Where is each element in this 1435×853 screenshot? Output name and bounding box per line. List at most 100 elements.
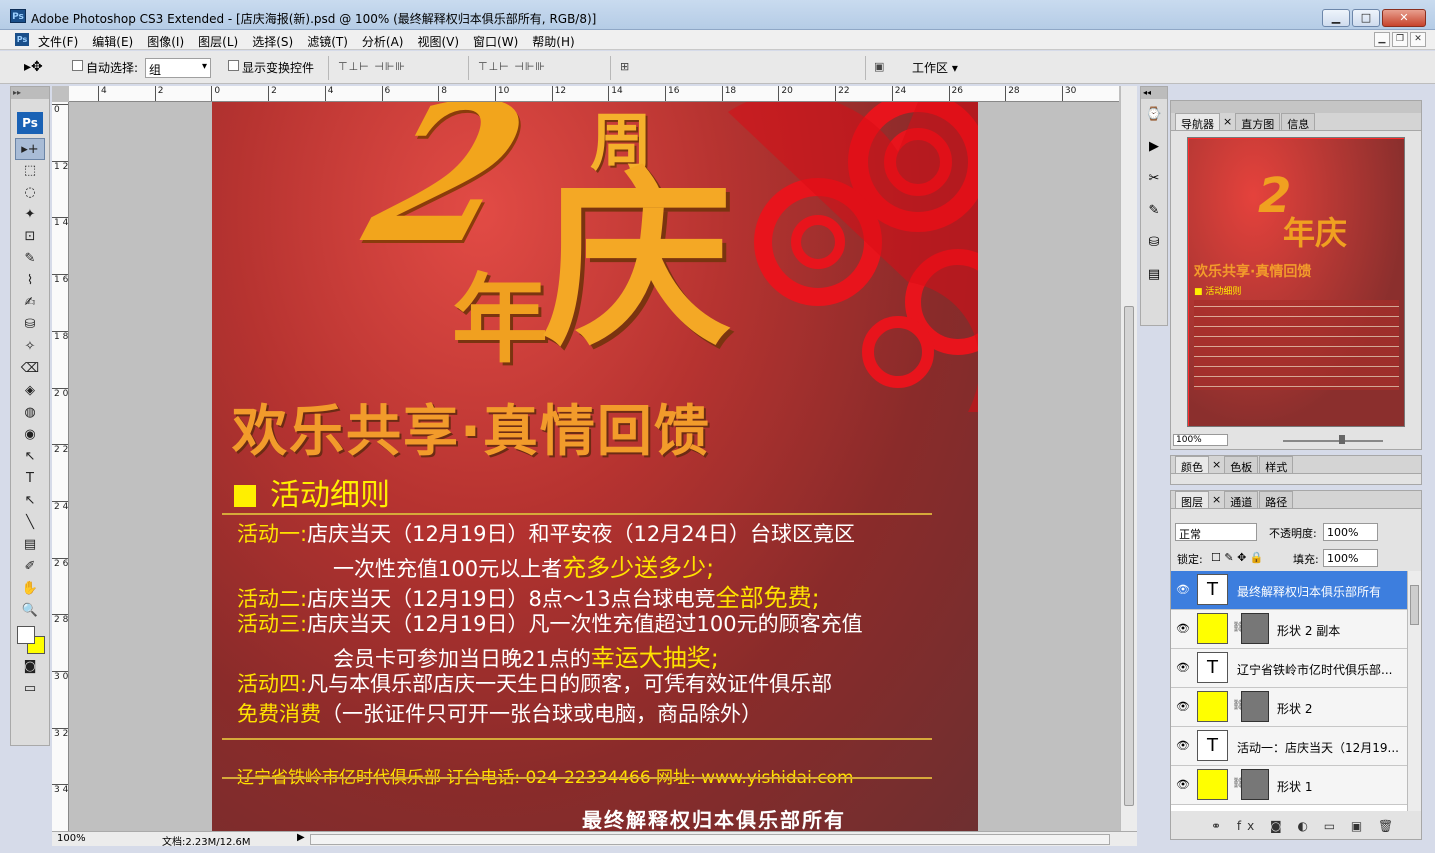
layer-name[interactable]: 辽宁省铁岭市亿时代俱乐部... xyxy=(1237,661,1402,678)
layers-scrollbar[interactable] xyxy=(1407,571,1421,811)
tool-icon[interactable]: ◌ xyxy=(11,182,49,204)
visibility-eye-icon[interactable]: 👁 xyxy=(1176,700,1190,713)
layer-name[interactable]: 最终解释权归本俱乐部所有 xyxy=(1237,583,1402,600)
horizontal-scrollbar[interactable] xyxy=(310,834,1110,845)
layer-comps-icon[interactable]: ▤ xyxy=(1141,267,1167,291)
tool-icon[interactable]: ↖ xyxy=(11,490,49,512)
layers-bottom-icons[interactable]: ⚭ fx ◙ ◐ ▭ ▣ 🗑 xyxy=(1211,819,1399,833)
menu-item[interactable]: 滤镜(T) xyxy=(307,33,355,50)
tool-icon[interactable]: ▸+ xyxy=(15,138,45,160)
layers-tab[interactable]: 图层 xyxy=(1175,491,1209,509)
tool-icon[interactable]: ✋ xyxy=(11,578,49,600)
vertical-ruler[interactable]: 0 1 2 1 4 1 6 1 8 2 0 2 2 2 4 2 6 2 8 3 0 3 2 3 4 xyxy=(52,102,69,834)
vertical-scrollbar[interactable] xyxy=(1120,86,1137,831)
tool-icon[interactable]: ⌇ xyxy=(11,270,49,292)
icon-strip-header[interactable]: ◂◂ xyxy=(1141,87,1167,99)
tool-icon[interactable]: ⌫ xyxy=(11,358,49,380)
tool-icon[interactable]: 🔍 xyxy=(11,600,49,622)
distribute-icons[interactable]: ⊤⊥⊢ ⊣⊩⊪ xyxy=(478,60,546,73)
layer-row[interactable]: 👁 ⛓ 形状 2 副本 xyxy=(1171,610,1407,649)
move-tool-icon[interactable]: ▸✥ xyxy=(24,59,43,75)
actions-icon[interactable]: ▶ xyxy=(1141,139,1167,163)
tool-presets-icon[interactable]: ✂ xyxy=(1141,171,1167,195)
tool-icon[interactable]: T xyxy=(11,468,49,490)
menu-item[interactable]: 文件(F) xyxy=(38,33,85,50)
tool-icon[interactable]: ⛁ xyxy=(11,314,49,336)
tool-icon[interactable]: ▤ xyxy=(11,534,49,556)
panel-top-bar[interactable] xyxy=(1171,101,1421,113)
status-menu-arrow[interactable]: ▶ xyxy=(297,832,305,843)
tool-icon[interactable]: ✐ xyxy=(11,556,49,578)
opacity-field[interactable]: 100% xyxy=(1323,523,1378,541)
doc-close-button[interactable]: ✕ xyxy=(1410,32,1426,47)
tool-icon[interactable]: ╲ xyxy=(11,512,49,534)
auto-align-icon[interactable]: ⊞ xyxy=(620,60,630,73)
view-box[interactable] xyxy=(1188,138,1404,426)
auto-select-checkbox[interactable] xyxy=(72,60,83,71)
layer-row[interactable]: 👁 T 最终解释权归本俱乐部所有 xyxy=(1171,571,1407,610)
align-icons[interactable]: ⊤⊥⊢ ⊣⊩⊪ xyxy=(338,60,406,73)
layers-tab[interactable]: 路径 xyxy=(1259,491,1294,509)
menu-item[interactable]: 帮助(H) xyxy=(532,33,581,50)
color-tab[interactable]: 色板 xyxy=(1224,456,1259,474)
lock-icons[interactable]: ☐ ✎ ✥ 🔒 xyxy=(1211,551,1263,564)
poster-canvas[interactable]: 2 周 年 庆 欢乐共享·真情回馈 活动细则 活动一:店庆当天（12月19日）和… xyxy=(212,102,978,831)
tool-icon[interactable]: ✎ xyxy=(11,248,49,270)
visibility-eye-icon[interactable]: 👁 xyxy=(1176,778,1190,791)
tool-icon[interactable]: ✧ xyxy=(11,336,49,358)
fill-field[interactable]: 100% xyxy=(1323,549,1378,567)
toolbox-header[interactable]: ▸▸ xyxy=(11,87,49,99)
layer-row[interactable]: 👁 T 辽宁省铁岭市亿时代俱乐部... xyxy=(1171,649,1407,688)
navigator-tab[interactable]: 导航器 xyxy=(1175,113,1220,131)
history-icon[interactable]: ⌚ xyxy=(1141,107,1167,131)
bridge-icon[interactable]: ▣ xyxy=(874,60,885,73)
visibility-eye-icon[interactable]: 👁 xyxy=(1176,661,1190,674)
foreground-color-swatch[interactable] xyxy=(17,626,35,644)
screen-mode-icon[interactable]: ▭ xyxy=(11,678,49,700)
doc-minimize-button[interactable]: ▁ xyxy=(1374,32,1390,47)
zoom-level[interactable]: 100% xyxy=(57,833,86,844)
quick-mask-icon[interactable]: ◙ xyxy=(11,656,49,678)
blend-mode-dropdown[interactable]: 正常 xyxy=(1175,523,1257,541)
navigator-thumbnail[interactable]: 2 年庆 欢乐共享·真情回馈 ■ 活动细则 xyxy=(1187,137,1405,427)
layer-row[interactable]: 👁 ⛓ 形状 2 xyxy=(1171,688,1407,727)
close-tab-icon[interactable]: × xyxy=(1221,113,1234,130)
navigator-tab[interactable]: 直方图 xyxy=(1235,113,1281,131)
scroll-thumb[interactable] xyxy=(1124,306,1134,806)
layers-tab[interactable]: 通道 xyxy=(1224,491,1259,509)
menu-item[interactable]: 编辑(E) xyxy=(92,33,140,50)
tool-icon[interactable]: ✍ xyxy=(11,292,49,314)
zoom-slider-knob[interactable] xyxy=(1339,435,1345,444)
show-transform-checkbox[interactable] xyxy=(228,60,239,71)
clone-source-icon[interactable]: ⛁ xyxy=(1141,235,1167,259)
close-tab-icon[interactable]: × xyxy=(1210,456,1223,473)
menu-item[interactable]: 图像(I) xyxy=(147,33,191,50)
workspace-menu[interactable]: 工作区 ▾ xyxy=(912,59,958,76)
menu-item[interactable]: 分析(A) xyxy=(362,33,411,50)
doc-restore-button[interactable]: ❐ xyxy=(1392,32,1408,47)
visibility-eye-icon[interactable]: 👁 xyxy=(1176,622,1190,635)
layer-row[interactable]: 👁 ⛓ 形状 1 xyxy=(1171,766,1407,805)
visibility-eye-icon[interactable]: 👁 xyxy=(1176,583,1190,596)
brushes-icon[interactable]: ✎ xyxy=(1141,203,1167,227)
layer-name[interactable]: 活动一：店庆当天（12月19... xyxy=(1237,739,1402,756)
menu-item[interactable]: 视图(V) xyxy=(417,33,466,50)
maximize-button[interactable]: □ xyxy=(1352,9,1380,27)
tool-icon[interactable]: ◉ xyxy=(11,424,49,446)
tool-icon[interactable]: ◍ xyxy=(11,402,49,424)
tool-icon[interactable]: ↖ xyxy=(11,446,49,468)
auto-select-dropdown[interactable]: 组 xyxy=(145,58,211,78)
zoom-slider[interactable] xyxy=(1283,440,1383,442)
tool-icon[interactable]: ✦ xyxy=(11,204,49,226)
tool-icon[interactable]: ⬚ xyxy=(11,160,49,182)
color-tab[interactable]: 样式 xyxy=(1259,456,1294,474)
document-icon[interactable]: Ps xyxy=(15,33,29,46)
menu-item[interactable]: 窗口(W) xyxy=(473,33,525,50)
navigator-tab[interactable]: 信息 xyxy=(1281,113,1316,131)
tool-icon[interactable]: ◈ xyxy=(11,380,49,402)
close-tab-icon[interactable]: × xyxy=(1210,491,1223,508)
horizontal-ruler[interactable]: 4 2 0 2 4 6 8 10 12 14 16 18 20 22 24 26 28 30 xyxy=(69,86,1119,102)
menu-item[interactable]: 图层(L) xyxy=(198,33,245,50)
close-button[interactable]: ✕ xyxy=(1382,9,1426,27)
layers-scroll-thumb[interactable] xyxy=(1410,585,1419,625)
